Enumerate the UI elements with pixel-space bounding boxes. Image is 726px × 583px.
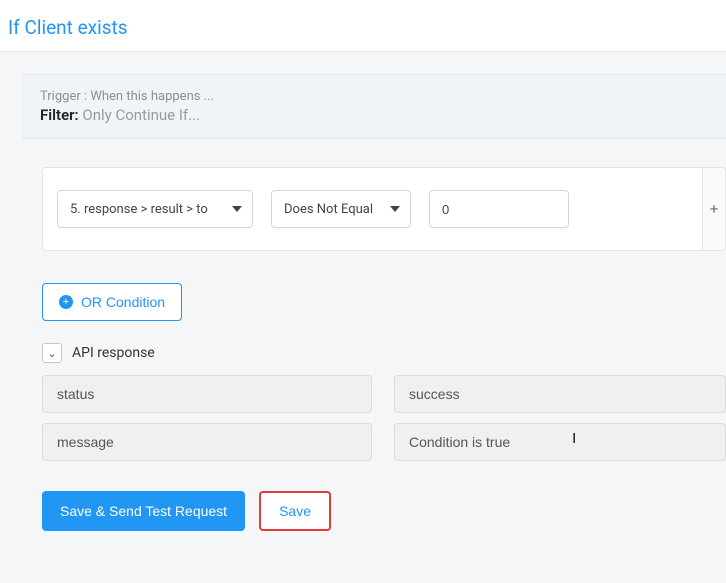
api-response-label: API response bbox=[72, 345, 155, 361]
action-row: Save & Send Test Request Save bbox=[42, 491, 726, 531]
chevron-down-icon bbox=[232, 206, 242, 212]
trigger-header: Trigger : When this happens ... Filter: … bbox=[22, 74, 726, 139]
filter-label: Filter: bbox=[40, 106, 79, 124]
or-condition-button[interactable]: + OR Condition bbox=[42, 283, 182, 321]
condition-field-select[interactable]: 5. response > result > to bbox=[57, 190, 253, 228]
controls-region: + OR Condition ⌄ API response I Save & S… bbox=[22, 283, 726, 531]
condition-operator-value: Does Not Equal bbox=[284, 202, 373, 217]
condition-operator-select[interactable]: Does Not Equal bbox=[271, 190, 411, 228]
api-key-input[interactable] bbox=[42, 423, 372, 461]
condition-field-value: 5. response > result > to bbox=[70, 202, 208, 217]
plus-icon: + bbox=[710, 200, 719, 218]
api-response-row bbox=[42, 375, 726, 413]
api-value-input[interactable] bbox=[394, 375, 726, 413]
filter-description: Only Continue If... bbox=[82, 106, 200, 124]
content-area: Trigger : When this happens ... Filter: … bbox=[0, 52, 726, 583]
expand-toggle[interactable]: ⌄ bbox=[42, 343, 62, 363]
condition-card: 5. response > result > to Does Not Equal… bbox=[42, 167, 726, 251]
plus-circle-icon: + bbox=[59, 295, 73, 309]
chevron-down-icon: ⌄ bbox=[47, 347, 56, 360]
save-send-test-button[interactable]: Save & Send Test Request bbox=[42, 491, 245, 531]
save-button[interactable]: Save bbox=[259, 491, 331, 531]
filter-line: Filter: Only Continue If... bbox=[40, 106, 708, 124]
trigger-caption: Trigger : When this happens ... bbox=[40, 89, 708, 104]
api-key-input[interactable] bbox=[42, 375, 372, 413]
condition-value-input[interactable] bbox=[429, 190, 569, 228]
api-response-header: ⌄ API response bbox=[42, 343, 726, 363]
add-condition-button[interactable]: + bbox=[702, 167, 726, 251]
api-value-input[interactable] bbox=[394, 423, 726, 461]
page-title: If Client exists bbox=[0, 0, 726, 52]
or-condition-label: OR Condition bbox=[81, 294, 165, 310]
chevron-down-icon bbox=[390, 206, 400, 212]
api-response-row: I bbox=[42, 423, 726, 461]
